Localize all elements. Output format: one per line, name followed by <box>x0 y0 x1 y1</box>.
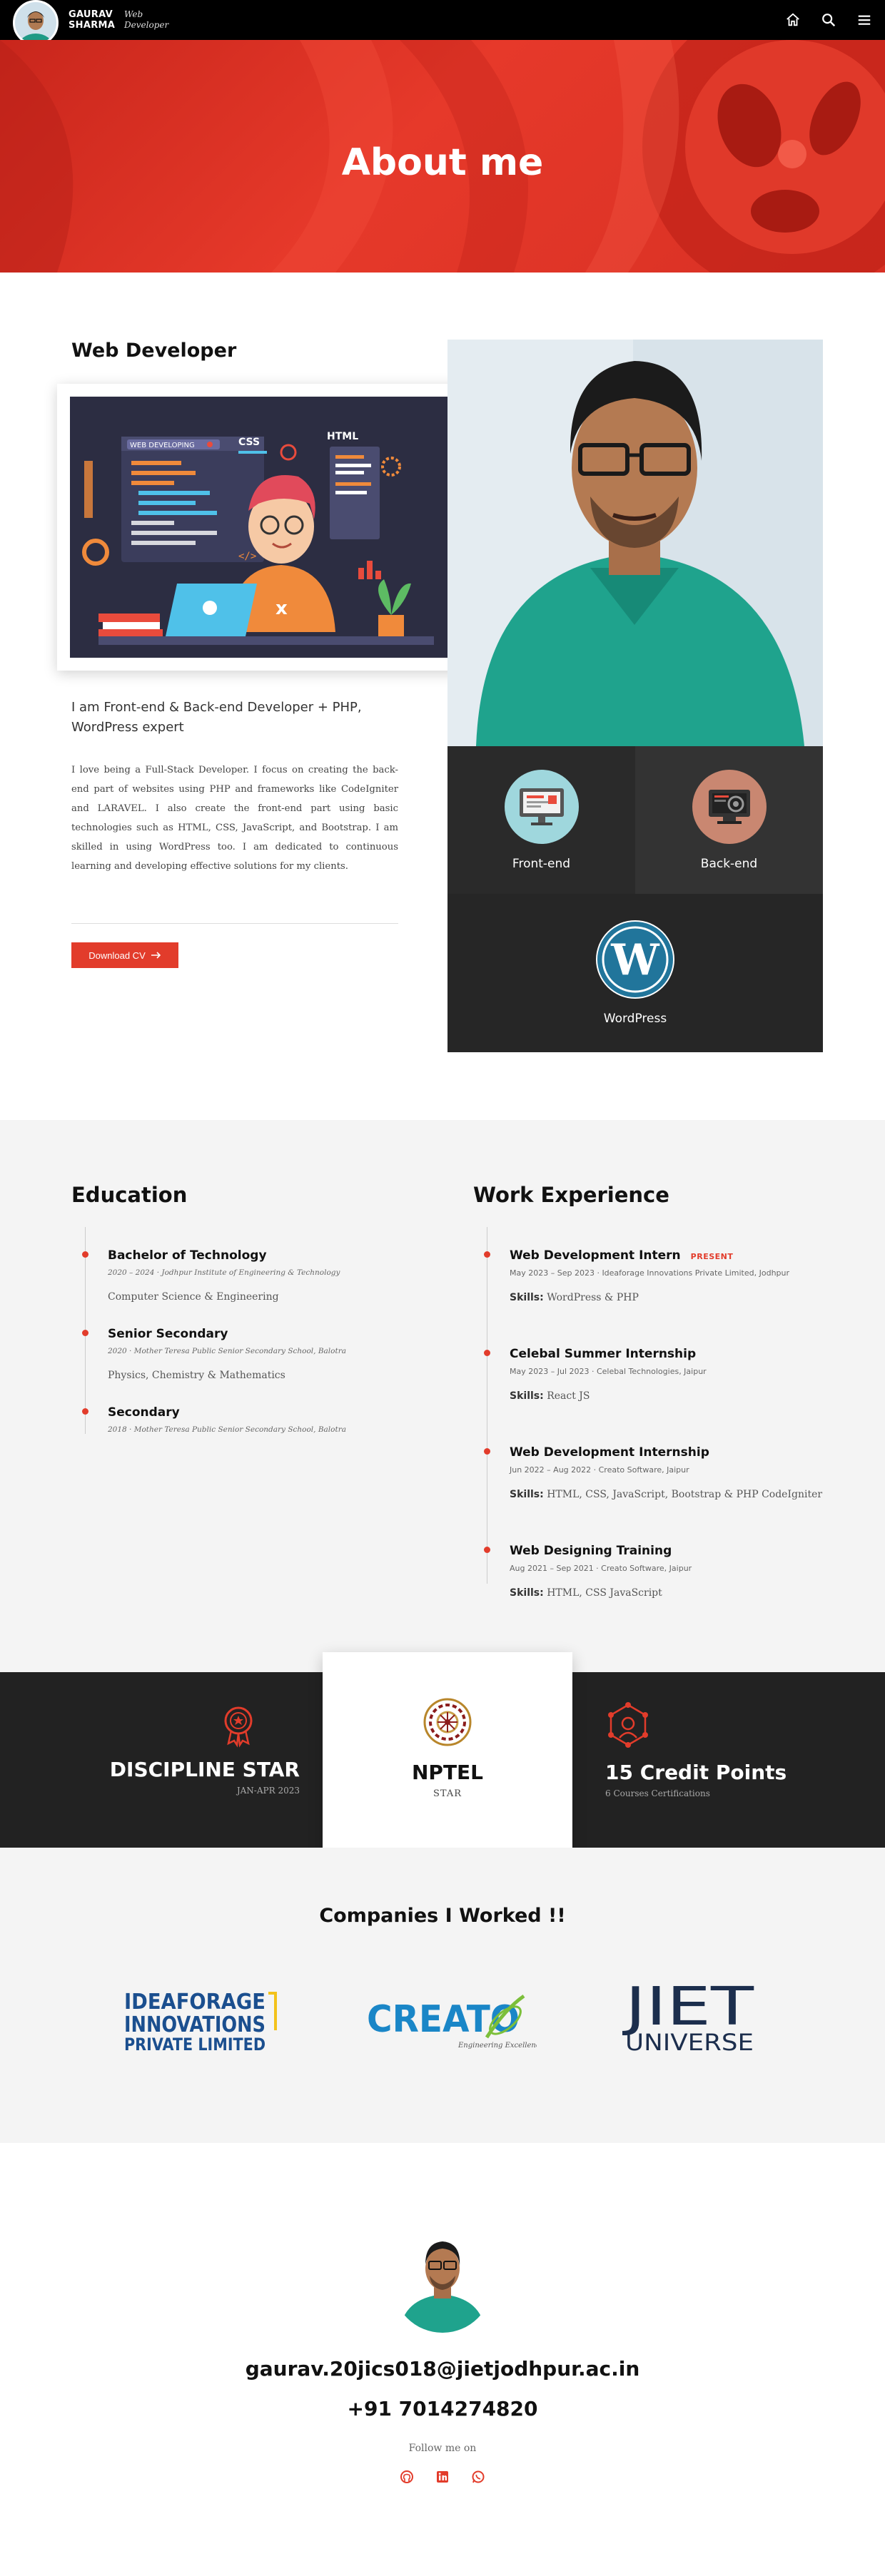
follow-label: Follow me on <box>408 2443 477 2454</box>
profile-photo <box>447 340 823 746</box>
about-lead: I am Front-end & Back-end Developer + PH… <box>71 700 362 735</box>
arrow-right-icon <box>151 950 161 961</box>
brand-name[interactable]: GAURAV SHARMA <box>69 9 118 31</box>
list-item: Web Designing Training Aug 2021 – Sep 20… <box>484 1544 858 1599</box>
skill-tile-backend: Back-end <box>635 746 823 894</box>
svg-text:IDEAFORAGE: IDEAFORAGE <box>124 1990 266 2015</box>
wordpress-icon: W <box>596 920 674 999</box>
stat-nptel: NPTEL STAR <box>323 1652 572 1868</box>
home-icon[interactable] <box>785 12 801 28</box>
svg-text:INNOVATIONS: INNOVATIONS <box>124 2012 266 2037</box>
avatar <box>393 2233 492 2333</box>
svg-text:PRIVATE LIMITED: PRIVATE LIMITED <box>124 2035 266 2055</box>
companies-section: Companies I Worked !! IDEAFORAGE INNOVAT… <box>0 1848 885 2143</box>
brand-role: Web Developer <box>124 9 169 30</box>
work-title: Work Experience <box>473 1183 669 1207</box>
stat-credit-points: 15 Credit Points 6 Courses Certification… <box>605 1702 819 1798</box>
svg-text:CSS: CSS <box>238 437 260 448</box>
ideaforage-logo[interactable]: IDEAFORAGE INNOVATIONS PRIVATE LIMITED <box>123 1980 287 2059</box>
svg-text:W: W <box>610 935 660 985</box>
about-description: I love being a Full-Stack Developer. I f… <box>71 765 398 872</box>
creato-logo[interactable]: CREATO Engineering Excellence <box>365 1980 544 2059</box>
contact-phone[interactable]: +91 7014274820 <box>0 2397 885 2420</box>
divider <box>71 923 398 924</box>
search-icon[interactable] <box>821 12 836 28</box>
network-icon <box>605 1702 819 1751</box>
list-item: Senior Secondary 2020 · Mother Teresa Pu… <box>82 1327 456 1381</box>
contact-section: gaurav.20jics018@jietjodhpur.ac.in +91 7… <box>0 2143 885 2576</box>
companies-title: Companies I Worked !! <box>319 1905 566 1927</box>
education-title: Education <box>71 1183 188 1207</box>
contact-email[interactable]: gaurav.20jics018@jietjodhpur.ac.in <box>0 2357 885 2381</box>
download-cv-label: Download CV <box>88 950 146 961</box>
svg-text:Engineering Excellence: Engineering Excellence <box>457 2042 537 2050</box>
svg-text:WEB DEVELOPING: WEB DEVELOPING <box>130 442 195 449</box>
skill-label: Front-end <box>512 856 571 871</box>
hero-banner: About me <box>0 40 885 273</box>
stat-discipline-star: DISCIPLINE STAR JAN-APR 2023 <box>71 1702 300 1796</box>
list-item: Bachelor of Technology 2020 – 2024 · Jod… <box>82 1248 456 1303</box>
status-badge: PRESENT <box>690 1252 734 1261</box>
developer-illustration: WEB DEVELOPING </> CSS HTML x <box>70 397 464 658</box>
social-links <box>400 2470 485 2484</box>
skill-label: WordPress <box>603 1012 667 1026</box>
developer-illustration-card: WEB DEVELOPING </> CSS HTML x <box>57 384 477 671</box>
download-cv-button[interactable]: Download CV <box>71 942 178 968</box>
svg-text:UNIVERSE: UNIVERSE <box>625 2029 754 2056</box>
jiet-universe-logo[interactable]: JIET UNIVERSE <box>622 1973 758 2059</box>
work-timeline: Web Development Intern PRESENT May 2023 –… <box>484 1227 865 1599</box>
list-item: Web Development Internship Jun 2022 – Au… <box>484 1445 858 1500</box>
page-title: About me <box>341 141 544 184</box>
skill-tile-frontend: Front-end <box>447 746 635 894</box>
about-title: Web Developer <box>71 340 237 362</box>
svg-text:x: x <box>275 598 288 619</box>
menu-icon[interactable] <box>856 12 872 28</box>
navbar: GAURAV SHARMA Web Developer <box>0 0 885 46</box>
linkedin-icon[interactable] <box>435 2470 450 2484</box>
education-experience-section: Education Work Experience Bachelor of Te… <box>0 1120 885 1672</box>
skill-label: Back-end <box>700 856 758 871</box>
list-item: Celebal Summer Internship May 2023 – Jul… <box>484 1347 858 1402</box>
nptel-logo-icon <box>323 1696 572 1748</box>
award-icon <box>71 1702 261 1748</box>
svg-text:</>: </> <box>238 551 256 562</box>
svg-text:HTML: HTML <box>327 431 358 442</box>
skill-tile-wordpress: W WordPress <box>447 894 823 1052</box>
whatsapp-icon[interactable] <box>471 2470 485 2484</box>
education-timeline: Bachelor of Technology 2020 – 2024 · Jod… <box>82 1227 456 1434</box>
avatar[interactable] <box>13 0 59 46</box>
list-item: Secondary 2018 · Mother Teresa Public Se… <box>82 1405 456 1434</box>
list-item: Web Development Intern PRESENT May 2023 –… <box>484 1248 858 1303</box>
server-icon <box>692 769 767 844</box>
monitor-icon <box>504 769 579 844</box>
github-icon[interactable] <box>400 2470 414 2484</box>
